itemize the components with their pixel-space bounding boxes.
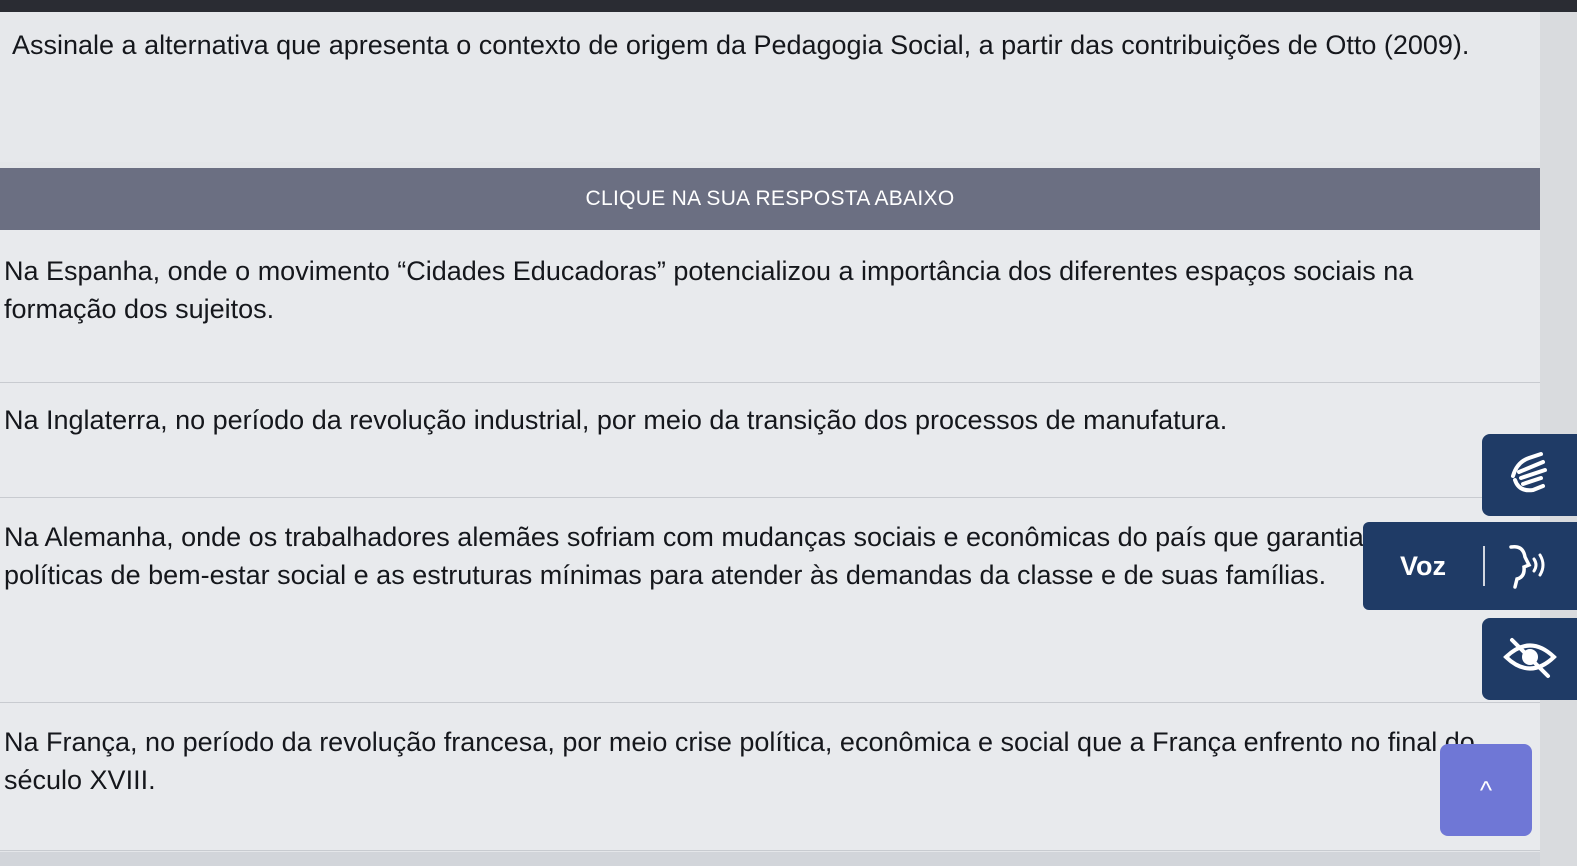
scroll-to-top-button[interactable]: ^ [1440, 744, 1532, 836]
voice-label: Voz [1400, 550, 1446, 581]
answer-option-3[interactable]: Na Alemanha, onde os trabalhadores alemã… [0, 498, 1540, 703]
voice-divider [1483, 546, 1485, 586]
sign-language-hand-icon [1503, 446, 1557, 505]
answer-option-1[interactable]: Na Espanha, onde o movimento “Cidades Ed… [0, 230, 1540, 383]
speaking-head-icon [1485, 536, 1565, 596]
top-strip [0, 0, 1577, 12]
eye-hidden-icon [1500, 632, 1560, 687]
question-text: Assinale a alternativa que apresenta o c… [0, 12, 1540, 162]
bottom-strip [0, 852, 1540, 866]
answer-options: Na Espanha, onde o movimento “Cidades Ed… [0, 230, 1540, 851]
instruction-bar: CLIQUE NA SUA RESPOSTA ABAIXO [0, 168, 1540, 230]
sign-language-button[interactable] [1482, 434, 1577, 516]
answer-option-2[interactable]: Na Inglaterra, no período da revolução i… [0, 383, 1540, 498]
visual-accessibility-button[interactable] [1482, 618, 1577, 700]
chevron-up-icon: ^ [1479, 774, 1493, 805]
voice-panel[interactable]: Voz [1363, 522, 1577, 610]
instruction-label: CLIQUE NA SUA RESPOSTA ABAIXO [585, 187, 955, 210]
answer-option-4[interactable]: Na França, no período da revolução franc… [0, 703, 1540, 851]
